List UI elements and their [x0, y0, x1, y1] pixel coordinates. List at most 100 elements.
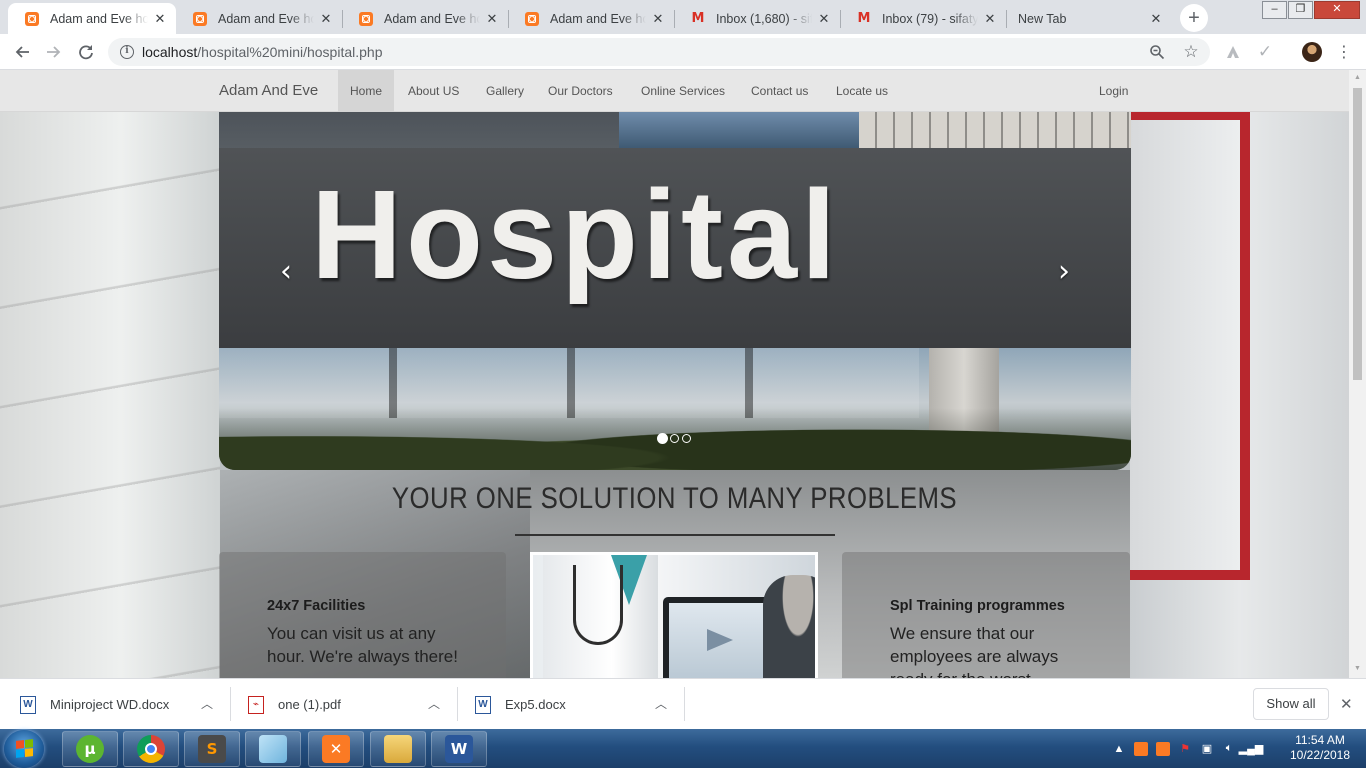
- tab-title: Adam and Eve hospital: [218, 11, 314, 26]
- site-brand[interactable]: Adam And Eve: [219, 82, 318, 99]
- extension-check-icon[interactable]: ✓: [1253, 40, 1277, 64]
- tab-title: Inbox (1,680) - siffu: [716, 11, 812, 26]
- window-close-button[interactable]: ✕: [1314, 1, 1360, 19]
- extension-a-icon[interactable]: [1221, 40, 1245, 64]
- tab-title: Adam and Eve hospital: [550, 11, 646, 26]
- utorrent-icon: µ: [76, 735, 104, 763]
- volume-icon[interactable]: 🔈︎: [1222, 742, 1236, 756]
- minimize-button[interactable]: –: [1262, 1, 1287, 19]
- restore-button[interactable]: ❐: [1288, 1, 1313, 19]
- word-icon: W: [445, 735, 473, 763]
- taskbar-file-explorer[interactable]: [370, 731, 426, 767]
- chevron-up-icon[interactable]: ︿: [428, 695, 440, 712]
- xampp-tray-icon[interactable]: [1156, 741, 1170, 756]
- download-filename: one (1).pdf: [278, 697, 341, 712]
- nav-locate-us[interactable]: Locate us: [824, 70, 900, 112]
- clock-time: 11:54 AM: [1295, 733, 1345, 747]
- tagline-heading: YOUR ONE SOLUTION TO MANY PROBLEMS: [391, 482, 958, 515]
- download-filename: Exp5.docx: [505, 697, 566, 712]
- bookmark-star-icon[interactable]: ☆: [1179, 40, 1203, 64]
- tab-inbox-2[interactable]: M Inbox (79) - sifatyk ✕: [840, 3, 1006, 34]
- show-all-button[interactable]: Show all: [1253, 688, 1329, 720]
- back-icon[interactable]: [10, 40, 34, 64]
- close-icon[interactable]: ✕: [1340, 695, 1353, 713]
- zoom-icon[interactable]: [1145, 40, 1169, 64]
- windows-taskbar: µ S ✕ W ▲ ⚑ ▣ 🔈︎ ▂▄▆ 11:54 AM 10/22/2018: [0, 729, 1366, 768]
- profile-avatar[interactable]: [1302, 42, 1322, 62]
- nav-contact-us[interactable]: Contact us: [739, 70, 820, 112]
- nav-online-services[interactable]: Online Services: [629, 70, 737, 112]
- carousel-next-icon[interactable]: ›: [1049, 252, 1079, 292]
- taskbar-xampp[interactable]: ✕: [308, 731, 364, 767]
- nav-about-us[interactable]: About US: [396, 70, 471, 112]
- menu-icon[interactable]: ⋮: [1332, 40, 1356, 64]
- close-icon[interactable]: ✕: [1148, 11, 1164, 27]
- download-item[interactable]: ⌁ one (1).pdf: [248, 679, 341, 730]
- scroll-thumb[interactable]: [1353, 88, 1362, 380]
- tab-adam-eve-3[interactable]: Adam and Eve hospital ✕: [342, 3, 508, 34]
- card-title: Spl Training programmes: [890, 598, 1065, 614]
- image-carousel: Hospital ‹ ›: [219, 112, 1131, 470]
- system-clock[interactable]: 11:54 AM 10/22/2018: [1282, 733, 1358, 763]
- new-tab-button[interactable]: +: [1180, 4, 1208, 32]
- clock-date: 10/22/2018: [1289, 748, 1351, 762]
- slide-windows: [619, 112, 859, 148]
- address-bar[interactable]: i localhost/hospital%20mini/hospital.php: [108, 38, 1210, 66]
- close-icon[interactable]: ✕: [152, 11, 168, 27]
- taskbar-chrome[interactable]: [123, 731, 179, 767]
- carousel-indicator[interactable]: [682, 434, 691, 443]
- tab-strip: Adam and Eve hospital ✕ Adam and Eve hos…: [0, 0, 1366, 34]
- tab-adam-eve-2[interactable]: Adam and Eve hospital ✕: [176, 3, 342, 34]
- site-info-icon[interactable]: i: [120, 45, 134, 59]
- card-text: We ensure that our employees are always …: [890, 624, 1059, 678]
- scroll-up-icon[interactable]: ▲: [1353, 74, 1362, 81]
- tab-adam-eve-1[interactable]: Adam and Eve hospital ✕: [8, 3, 176, 34]
- taskbar-notepad[interactable]: [245, 731, 301, 767]
- notepad-icon: [259, 735, 287, 763]
- tab-title: New Tab: [1018, 11, 1067, 26]
- xampp-icon: [524, 11, 540, 27]
- reload-icon[interactable]: [74, 40, 98, 64]
- nav-home[interactable]: Home: [338, 70, 395, 112]
- close-icon[interactable]: ✕: [816, 11, 832, 27]
- word-file-icon: W: [20, 695, 36, 714]
- xampp-icon: [192, 11, 208, 27]
- browser-toolbar: i localhost/hospital%20mini/hospital.php…: [0, 34, 1366, 70]
- tab-title: Adam and Eve hospital: [384, 11, 480, 26]
- tab-new-tab[interactable]: New Tab ✕: [1006, 3, 1172, 34]
- taskbar-word[interactable]: W: [431, 731, 487, 767]
- carousel-indicator[interactable]: [657, 433, 668, 444]
- carousel-indicator[interactable]: [670, 434, 679, 443]
- carousel-prev-icon[interactable]: ‹: [271, 252, 301, 292]
- nav-gallery[interactable]: Gallery: [474, 70, 536, 112]
- tab-adam-eve-4[interactable]: Adam and Eve hospital ✕: [508, 3, 674, 34]
- close-icon[interactable]: ✕: [982, 11, 998, 27]
- network-icon[interactable]: ▂▄▆: [1239, 742, 1264, 756]
- close-icon[interactable]: ✕: [650, 11, 666, 27]
- background-wall: [0, 110, 220, 678]
- sublime-text-icon: S: [198, 735, 226, 763]
- close-icon[interactable]: ✕: [318, 11, 334, 27]
- tray-expand-icon[interactable]: ▲: [1112, 742, 1126, 756]
- usb-icon[interactable]: ▣: [1200, 742, 1214, 756]
- close-icon[interactable]: ✕: [484, 11, 500, 27]
- tab-inbox-1[interactable]: M Inbox (1,680) - siffu ✕: [674, 3, 840, 34]
- nav-our-doctors[interactable]: Our Doctors: [536, 70, 625, 112]
- login-link[interactable]: Login: [1087, 70, 1140, 112]
- flag-icon[interactable]: ⚑: [1178, 742, 1192, 756]
- taskbar-utorrent[interactable]: µ: [62, 731, 118, 767]
- forward-icon[interactable]: [42, 40, 66, 64]
- xampp-tray-icon[interactable]: [1134, 741, 1148, 756]
- chevron-up-icon[interactable]: ︿: [655, 695, 667, 712]
- word-file-icon: W: [475, 695, 491, 714]
- download-item[interactable]: W Miniproject WD.docx: [20, 679, 169, 730]
- stethoscope-icon: [573, 565, 623, 645]
- windows-logo-icon: [16, 739, 33, 758]
- scroll-down-icon[interactable]: ▼: [1353, 665, 1362, 672]
- download-item[interactable]: W Exp5.docx: [475, 679, 566, 730]
- page-scrollbar[interactable]: ▲ ▼: [1349, 70, 1366, 678]
- start-button[interactable]: [4, 730, 44, 768]
- chevron-up-icon[interactable]: ︿: [201, 695, 213, 712]
- taskbar-sublime-text[interactable]: S: [184, 731, 240, 767]
- download-bar: W Miniproject WD.docx ︿ ⌁ one (1).pdf ︿ …: [0, 678, 1366, 729]
